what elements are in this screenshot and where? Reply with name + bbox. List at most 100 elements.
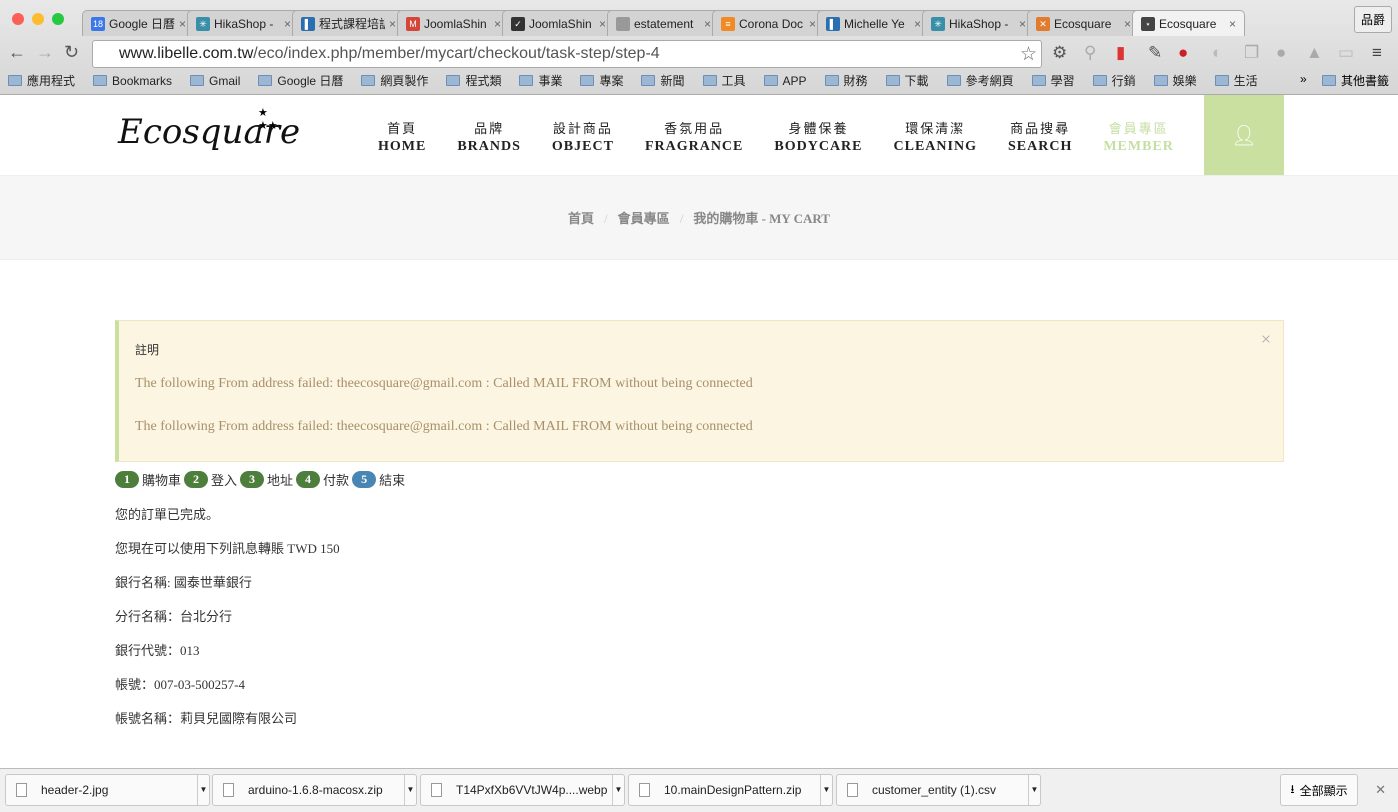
bookmark-item[interactable]: 程式類 <box>446 72 501 89</box>
tab-close-icon[interactable]: × <box>284 17 291 31</box>
download-item[interactable]: arduino-1.6.8-macosx.zip ▼ <box>212 774 417 806</box>
tab-title: Corona Doc <box>739 16 804 31</box>
bookmark-item[interactable]: 生活 <box>1214 72 1258 89</box>
menu-label-en: FRAGRANCE <box>644 139 744 154</box>
browser-tab[interactable]: ≡ Corona Doc × <box>712 10 825 36</box>
menu-item-fragrance[interactable]: 香氛用品 FRAGRANCE <box>645 118 743 155</box>
browser-tab[interactable]: ✕ Ecosquare × <box>1027 10 1140 36</box>
bookmark-item[interactable]: 財務 <box>824 72 868 89</box>
bookmark-label: 娛樂 <box>1172 74 1197 88</box>
bookmark-item[interactable]: 參考網頁 <box>946 72 1014 89</box>
download-options-chevron-icon[interactable]: ▼ <box>820 775 832 805</box>
bookmark-label: 財務 <box>843 74 868 88</box>
breadcrumb-current: 我的購物車 - MY CART <box>693 211 830 226</box>
download-options-chevron-icon[interactable]: ▼ <box>612 775 624 805</box>
bookmark-item[interactable]: Google 日曆 <box>258 72 343 89</box>
bookmark-item[interactable]: 專案 <box>580 72 623 89</box>
forward-icon[interactable]: → <box>36 42 54 63</box>
tab-title: JoomlaShin <box>529 16 592 31</box>
browser-tab[interactable]: ✳ HikaShop - × <box>187 10 300 36</box>
menu-item-member[interactable]: 會員專區 MEMBER <box>1103 118 1174 155</box>
bookmark-item[interactable]: 下載 <box>885 72 929 89</box>
file-icon <box>223 783 234 797</box>
download-options-chevron-icon[interactable]: ▼ <box>404 775 416 805</box>
reload-icon[interactable]: ↻ <box>64 42 79 63</box>
show-all-downloads-button[interactable]: ⭳ 全部顯示 <box>1280 774 1358 806</box>
bookmark-item[interactable]: 行銷 <box>1092 72 1136 89</box>
zoom-window-button[interactable] <box>52 13 64 25</box>
menu-icon[interactable]: ≡ <box>1372 43 1382 63</box>
browser-tab[interactable]: 18 Google 日曆 × <box>82 10 195 36</box>
order-complete-text: 您的訂單已完成。 <box>115 507 220 522</box>
tab-close-icon[interactable]: × <box>494 17 501 31</box>
other-bookmarks[interactable]: 其他書籤 <box>1322 72 1389 89</box>
bookmark-item[interactable]: 事業 <box>519 72 562 89</box>
search-extension-icon[interactable]: ⚲ <box>1084 43 1096 63</box>
download-item[interactable]: T14PxfXb6VVtJW4p....webp ▼ <box>420 774 625 806</box>
download-item[interactable]: customer_entity (1).csv ▼ <box>836 774 1041 806</box>
download-filename: 10.mainDesignPattern.zip <box>664 783 802 797</box>
browser-tab[interactable]: estatement × <box>607 10 720 36</box>
tab-close-icon[interactable]: × <box>809 17 816 31</box>
tv-icon[interactable]: ▭ <box>1338 43 1354 63</box>
browser-tab[interactable]: ✓ JoomlaShin × <box>502 10 615 36</box>
browser-chrome: 18 Google 日曆 × ✳ HikaShop - × ▌ 程式課程培訓 × M JoomlaS… <box>0 0 1398 95</box>
tab-close-icon[interactable]: × <box>1019 17 1026 31</box>
tab-favicon-icon <box>616 16 630 31</box>
copy-extension-icon[interactable]: ❐ <box>1244 43 1259 63</box>
download-item[interactable]: header-2.jpg ▼ <box>5 774 210 806</box>
evernote-icon[interactable]: ✎ <box>1148 43 1162 63</box>
tab-close-icon[interactable]: × <box>704 17 711 31</box>
account-name: 帳號名稱：莉貝兒國際有限公司 <box>115 711 298 726</box>
bookmark-item[interactable]: 網頁製作 <box>361 72 428 89</box>
bookmark-item[interactable]: 娛樂 <box>1153 72 1197 89</box>
menu-item-cleaning[interactable]: 環保清潔 CLEANING <box>894 118 977 155</box>
close-downloads-icon[interactable]: ✕ <box>1375 782 1386 798</box>
branch-name: 分行名稱：台北分行 <box>115 609 233 624</box>
profile-button[interactable]: 品爵 <box>1353 6 1392 33</box>
breadcrumb-member[interactable]: 會員專區 <box>618 211 670 226</box>
bookmark-item[interactable]: 新聞 <box>641 72 685 89</box>
menu-item-search[interactable]: 商品搜尋 SEARCH <box>1008 118 1072 155</box>
download-options-chevron-icon[interactable]: ▼ <box>1028 775 1040 805</box>
close-window-button[interactable] <box>12 13 24 25</box>
tab-close-icon[interactable]: × <box>599 17 606 31</box>
tab-title: JoomlaShin <box>424 16 487 31</box>
drive-icon[interactable]: ▲ <box>1306 43 1323 63</box>
pdf-extension-icon[interactable]: ▮ <box>1116 43 1125 63</box>
gear-icon[interactable]: ⚙ <box>1052 43 1067 63</box>
menu-item-object[interactable]: 設計商品 OBJECT <box>552 118 614 155</box>
breadcrumb-home[interactable]: 首頁 <box>568 211 594 226</box>
tab-close-icon[interactable]: × <box>389 17 396 31</box>
address-bar[interactable]: www.libelle.com.tw/eco/index.php/member/… <box>92 40 1042 68</box>
tab-close-icon[interactable]: × <box>179 17 186 31</box>
pinterest-icon[interactable]: ● <box>1178 43 1188 63</box>
download-options-chevron-icon[interactable]: ▼ <box>197 775 209 805</box>
user-account-button[interactable]: 👤︎ <box>1204 95 1284 175</box>
back-icon[interactable]: ← <box>8 42 26 63</box>
browser-tab[interactable]: ⋆ Ecosquare × <box>1132 10 1245 36</box>
browser-tab[interactable]: ▌ 程式課程培訓 × <box>292 10 405 36</box>
download-item[interactable]: 10.mainDesignPattern.zip ▼ <box>628 774 833 806</box>
minimize-window-button[interactable] <box>32 13 44 25</box>
menu-item-home[interactable]: 首頁 HOME <box>378 118 426 155</box>
close-icon[interactable]: × <box>1261 329 1271 350</box>
bookmark-item[interactable]: Bookmarks <box>93 72 172 89</box>
bookmark-item[interactable]: 工具 <box>702 72 746 89</box>
bookmark-item[interactable]: Gmail <box>190 72 240 89</box>
browser-tab[interactable]: ▌ Michelle Ye × <box>817 10 930 36</box>
bookmark-item[interactable]: APP <box>763 72 807 89</box>
bookmark-item[interactable]: 應用程式 <box>8 72 75 89</box>
browser-tab[interactable]: M JoomlaShin × <box>397 10 510 36</box>
bookmarks-more[interactable]: » <box>1300 72 1307 86</box>
bookmark-star-icon[interactable]: ☆ <box>1020 43 1037 66</box>
menu-item-brands[interactable]: 品牌 BRANDS <box>457 118 521 155</box>
tab-close-icon[interactable]: × <box>914 17 921 31</box>
extension-icon[interactable]: ◐ <box>1212 43 1222 63</box>
tab-close-icon[interactable]: × <box>1124 17 1131 31</box>
menu-item-bodycare[interactable]: 身體保養 BODYCARE <box>774 118 862 155</box>
bulb-icon[interactable]: ● <box>1276 43 1286 63</box>
browser-tab[interactable]: ✳ HikaShop - × <box>922 10 1035 36</box>
tab-close-icon[interactable]: × <box>1229 17 1236 31</box>
bookmark-item[interactable]: 學習 <box>1031 72 1075 89</box>
